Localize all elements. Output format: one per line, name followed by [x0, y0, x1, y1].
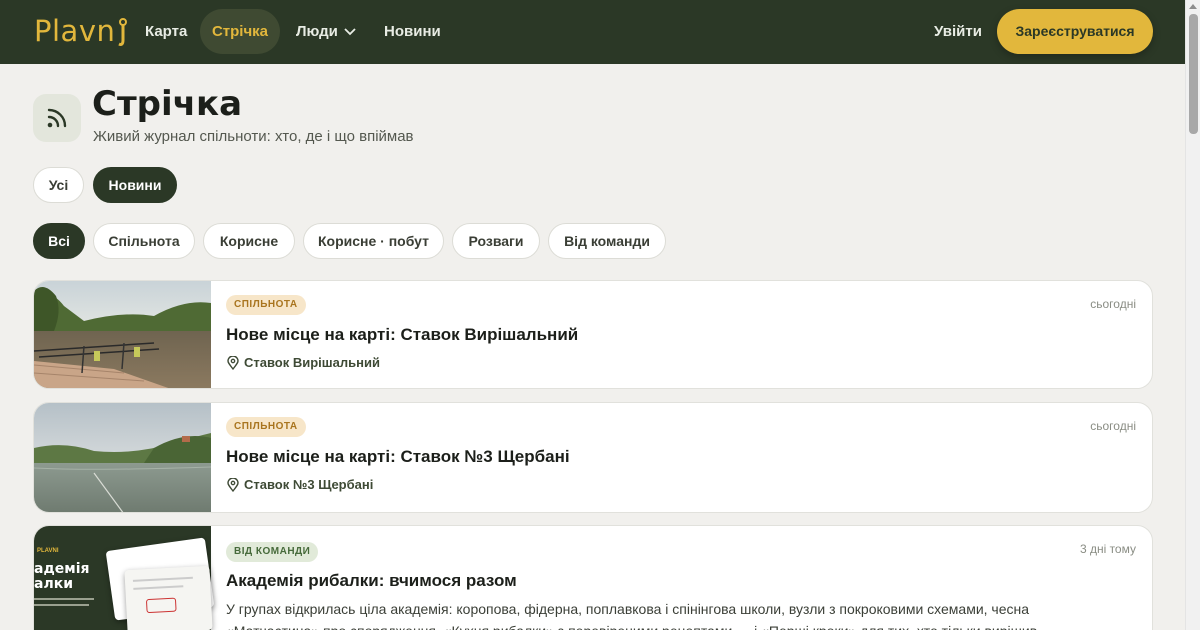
post-title[interactable]: Нове місце на карті: Ставок Вирішальний	[226, 325, 578, 345]
logo-text: Plavn	[34, 14, 116, 48]
feed-card[interactable]: СПІЛЬНОТА сьогодні Нове місце на карті: …	[33, 280, 1153, 389]
post-date: сьогодні	[1090, 297, 1136, 311]
academy-promo-image: PLAVNI адемія алки	[34, 526, 215, 630]
page-subtitle: Живий журнал спільноти: хто, де і що впі…	[93, 128, 414, 145]
map-pin-icon	[227, 477, 239, 492]
nav-people[interactable]: Люди	[282, 9, 370, 54]
scroll-up-arrow-icon[interactable]	[1189, 4, 1197, 9]
register-button[interactable]: Зареєструватися	[997, 9, 1153, 54]
top-navbar: Plavn Карта Стрічка Люди Новини Увійти З…	[0, 0, 1185, 64]
post-excerpt: У групах відкрилась ціла академія: короп…	[226, 601, 1037, 630]
chevron-down-icon	[344, 27, 356, 35]
nav-news[interactable]: Новини	[370, 9, 455, 54]
category-tag: ВІД КОМАНДИ	[226, 542, 319, 562]
category-tag: СПІЛЬНОТА	[226, 295, 306, 315]
category-useful[interactable]: Корисне	[203, 223, 295, 259]
pond-photo	[34, 281, 211, 388]
category-community[interactable]: Спільнота	[93, 223, 195, 259]
filter-all[interactable]: Усі	[33, 167, 84, 203]
rss-feed-icon	[33, 94, 81, 142]
location-label: Ставок №3 Щербані	[244, 477, 374, 492]
promo-brand: PLAVNI	[37, 548, 59, 554]
filter-news[interactable]: Новини	[93, 167, 177, 203]
pond-photo	[34, 403, 212, 512]
post-title[interactable]: Нове місце на карті: Ставок №3 Щербані	[226, 447, 570, 467]
scrollbar-thumb[interactable]	[1189, 14, 1198, 134]
category-all[interactable]: Всі	[33, 223, 85, 259]
feed-card[interactable]: СПІЛЬНОТА сьогодні Нове місце на карті: …	[33, 402, 1153, 513]
feed-card[interactable]: PLAVNI адемія алки ВІД КОМАНДИ 3 дні том…	[33, 525, 1153, 630]
post-location[interactable]: Ставок №3 Щербані	[226, 477, 373, 492]
category-useful-household[interactable]: Корисне · побут	[303, 223, 444, 259]
post-location[interactable]: Ставок Вирішальний	[226, 355, 380, 370]
category-from-team[interactable]: Від команди	[548, 223, 666, 259]
nav-map[interactable]: Карта	[131, 9, 201, 54]
login-link[interactable]: Увійти	[920, 9, 996, 54]
location-label: Ставок Вирішальний	[244, 355, 380, 370]
nav-people-label: Люди	[296, 23, 338, 40]
post-date: сьогодні	[1090, 419, 1136, 433]
plavni-logo[interactable]: Plavn	[34, 14, 128, 48]
nav-feed[interactable]: Стрічка	[200, 9, 280, 54]
page-scrollbar[interactable]	[1185, 0, 1200, 630]
map-pin-icon	[227, 355, 239, 370]
post-title[interactable]: Академія рибалки: вчимося разом	[226, 571, 517, 591]
page-title: Стрічка	[92, 84, 243, 124]
logo-hook-icon	[117, 18, 128, 48]
category-tag: СПІЛЬНОТА	[226, 417, 306, 437]
post-date: 3 дні тому	[1079, 542, 1136, 556]
category-entertainment[interactable]: Розваги	[452, 223, 540, 259]
promo-heading: адемія алки	[34, 561, 90, 592]
